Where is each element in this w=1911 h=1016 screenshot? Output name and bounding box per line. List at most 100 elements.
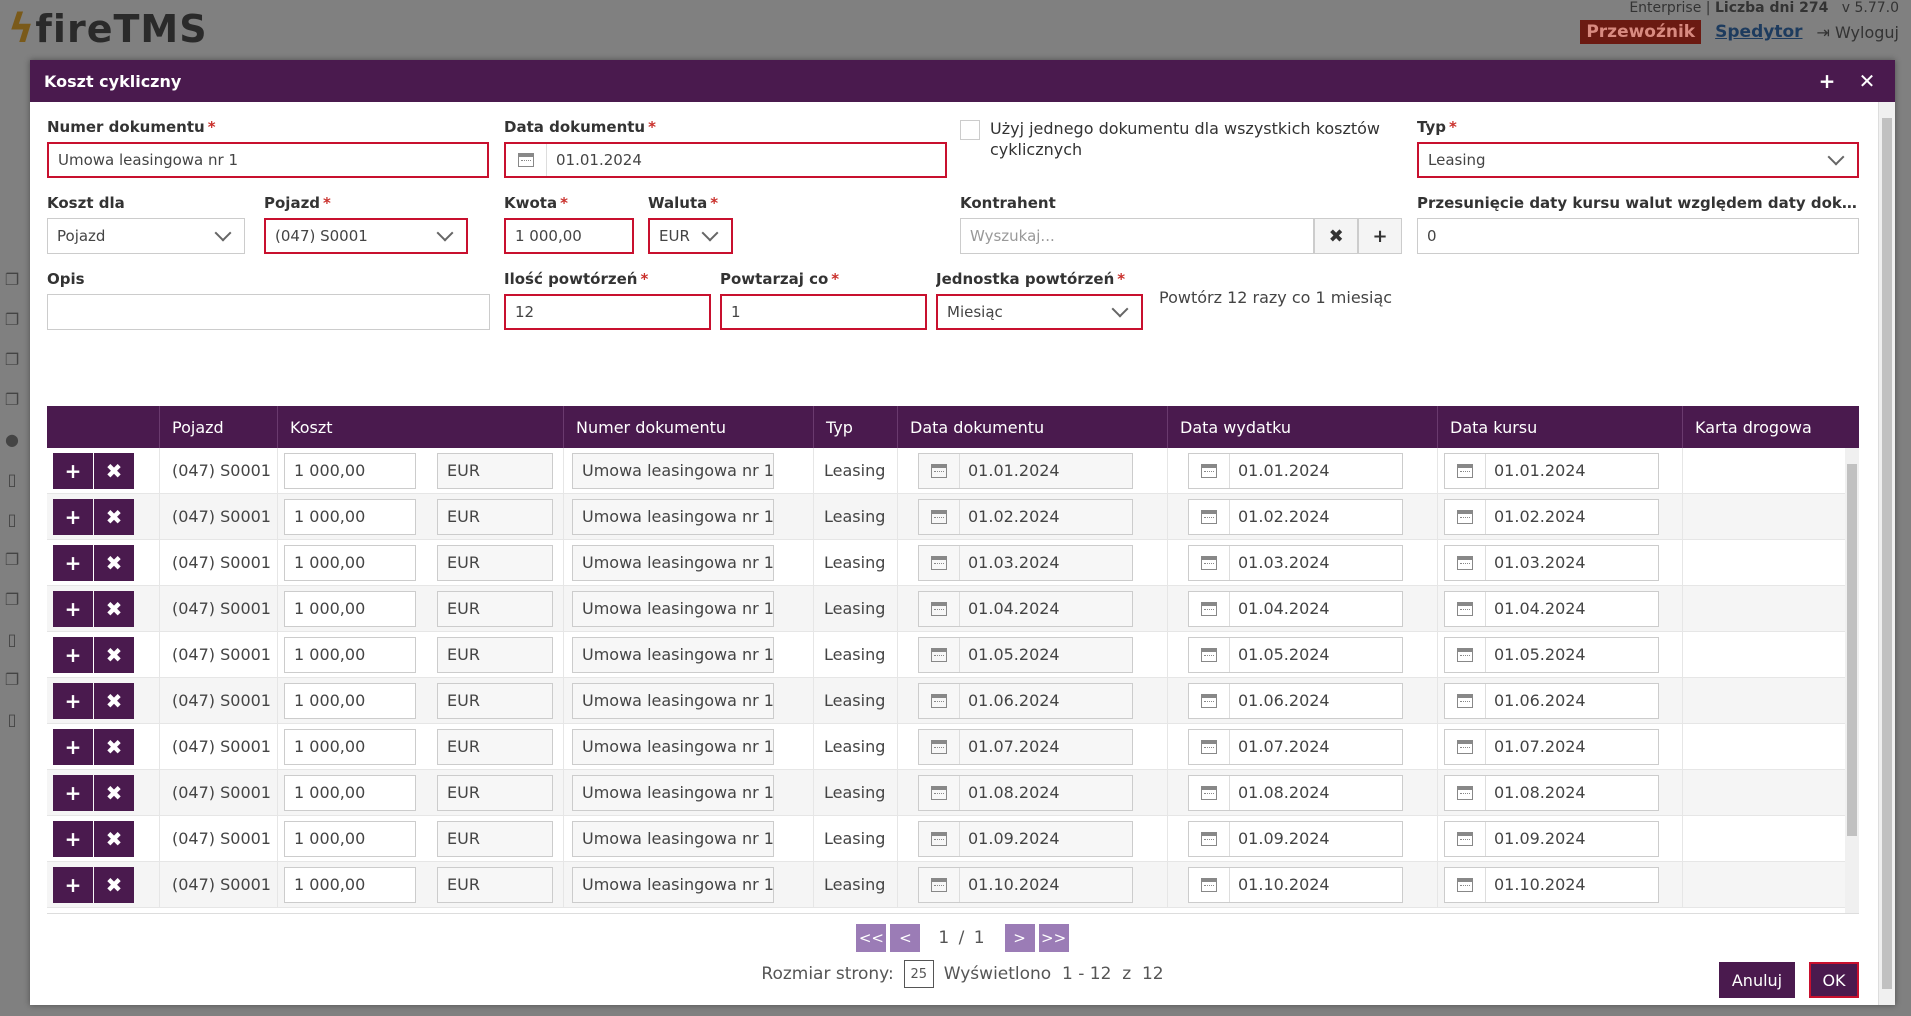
koszt-input[interactable]: 1 000,00 <box>284 498 416 535</box>
pojazd-select[interactable]: (047) S0001 <box>264 218 468 254</box>
delete-row-icon[interactable]: ✖ <box>94 820 134 857</box>
koszt-input[interactable]: 1 000,00 <box>284 774 416 811</box>
calendar-icon[interactable] <box>1189 775 1230 810</box>
przewoznik-button[interactable]: Przewoźnik <box>1580 20 1702 44</box>
koszt-input[interactable]: 1 000,00 <box>284 866 416 903</box>
data-wydatku-input[interactable]: 01.07.2024 <box>1188 728 1403 765</box>
dialog-scrollbar[interactable] <box>1878 102 1895 1005</box>
typ-select[interactable]: Leasing <box>1417 142 1859 178</box>
page-size-input[interactable]: 25 <box>903 960 934 988</box>
delete-row-icon[interactable]: ✖ <box>94 452 134 489</box>
add-row-icon[interactable]: + <box>53 866 93 903</box>
calendar-icon[interactable] <box>1445 453 1486 488</box>
data-wydatku-input[interactable]: 01.03.2024 <box>1188 544 1403 581</box>
add-row-icon[interactable]: + <box>53 728 93 765</box>
jednostka-select[interactable]: Miesiąc <box>936 294 1143 330</box>
calendar-icon[interactable] <box>1445 729 1486 764</box>
data-wydatku-input[interactable]: 01.01.2024 <box>1188 452 1403 489</box>
delete-row-icon[interactable]: ✖ <box>94 774 134 811</box>
data-kursu-input[interactable]: 01.01.2024 <box>1444 452 1659 489</box>
calendar-icon[interactable] <box>1189 729 1230 764</box>
data-kursu-input[interactable]: 01.02.2024 <box>1444 498 1659 535</box>
plus-icon[interactable]: + <box>1813 69 1841 93</box>
calendar-icon[interactable] <box>1189 499 1230 534</box>
data-wydatku-input[interactable]: 01.04.2024 <box>1188 590 1403 627</box>
clear-icon[interactable]: ✖ <box>1314 218 1359 254</box>
calendar-icon[interactable] <box>1189 821 1230 856</box>
next-page-button[interactable]: > <box>1004 924 1035 952</box>
data-wydatku-input[interactable]: 01.10.2024 <box>1188 866 1403 903</box>
data-kursu-input[interactable]: 01.05.2024 <box>1444 636 1659 673</box>
numer-dokumentu-input[interactable]: Umowa leasingowa nr 1 <box>47 142 489 178</box>
delete-row-icon[interactable]: ✖ <box>94 498 134 535</box>
delete-row-icon[interactable]: ✖ <box>94 544 134 581</box>
data-kursu-input[interactable]: 01.03.2024 <box>1444 544 1659 581</box>
add-row-icon[interactable]: + <box>53 498 93 535</box>
calendar-icon[interactable] <box>1189 545 1230 580</box>
waluta-select[interactable]: EUR <box>648 218 733 254</box>
koszt-input[interactable]: 1 000,00 <box>284 544 416 581</box>
przesuniecie-input[interactable]: 0 <box>1417 218 1859 254</box>
close-icon[interactable]: ✕ <box>1853 69 1881 93</box>
data-wydatku-input[interactable]: 01.08.2024 <box>1188 774 1403 811</box>
delete-row-icon[interactable]: ✖ <box>94 590 134 627</box>
cancel-button[interactable]: Anuluj <box>1719 962 1795 998</box>
calendar-icon[interactable] <box>1189 637 1230 672</box>
kontrahent-search-input[interactable]: Wyszukaj... <box>960 218 1315 254</box>
ilosc-powtorzen-input[interactable]: 12 <box>504 294 711 330</box>
koszt-input[interactable]: 1 000,00 <box>284 590 416 627</box>
first-page-button[interactable]: << <box>856 924 887 952</box>
data-kursu-input[interactable]: 01.04.2024 <box>1444 590 1659 627</box>
koszt-input[interactable]: 1 000,00 <box>284 728 416 765</box>
calendar-icon[interactable] <box>1445 683 1486 718</box>
add-row-icon[interactable]: + <box>53 682 93 719</box>
koszt-input[interactable]: 1 000,00 <box>284 820 416 857</box>
add-icon[interactable]: + <box>1358 218 1403 254</box>
calendar-icon[interactable] <box>1445 499 1486 534</box>
calendar-icon[interactable] <box>1445 591 1486 626</box>
calendar-icon[interactable] <box>1189 591 1230 626</box>
logout-link[interactable]: ⇥ Wyloguj <box>1817 23 1899 42</box>
add-row-icon[interactable]: + <box>53 590 93 627</box>
data-kursu-input[interactable]: 01.06.2024 <box>1444 682 1659 719</box>
delete-row-icon[interactable]: ✖ <box>94 728 134 765</box>
calendar-icon[interactable] <box>1189 867 1230 902</box>
calendar-icon[interactable] <box>1445 545 1486 580</box>
delete-row-icon[interactable]: ✖ <box>94 636 134 673</box>
data-wydatku-input[interactable]: 01.06.2024 <box>1188 682 1403 719</box>
spedytor-link[interactable]: Spedytor <box>1715 22 1802 42</box>
data-wydatku-input[interactable]: 01.09.2024 <box>1188 820 1403 857</box>
add-row-icon[interactable]: + <box>53 820 93 857</box>
koszt-input[interactable]: 1 000,00 <box>284 452 416 489</box>
data-dokumentu-input[interactable]: 01.01.2024 <box>504 142 947 178</box>
ok-button[interactable]: OK <box>1809 962 1859 998</box>
koszt-input[interactable]: 1 000,00 <box>284 682 416 719</box>
data-kursu-input[interactable]: 01.08.2024 <box>1444 774 1659 811</box>
powtarzaj-co-input[interactable]: 1 <box>720 294 927 330</box>
add-row-icon[interactable]: + <box>53 774 93 811</box>
delete-row-icon[interactable]: ✖ <box>94 866 134 903</box>
calendar-icon[interactable] <box>506 144 547 176</box>
data-kursu-input[interactable]: 01.10.2024 <box>1444 866 1659 903</box>
data-kursu-input[interactable]: 01.09.2024 <box>1444 820 1659 857</box>
jeden-dokument-checkbox[interactable] <box>960 120 980 140</box>
opis-input[interactable] <box>47 294 490 330</box>
last-page-button[interactable]: >> <box>1038 924 1069 952</box>
table-scrollbar[interactable] <box>1845 448 1859 913</box>
data-kursu-input[interactable]: 01.07.2024 <box>1444 728 1659 765</box>
koszt-dla-select[interactable]: Pojazd <box>47 218 245 254</box>
calendar-icon[interactable] <box>1445 775 1486 810</box>
prev-page-button[interactable]: < <box>890 924 921 952</box>
add-row-icon[interactable]: + <box>53 544 93 581</box>
calendar-icon[interactable] <box>1189 453 1230 488</box>
koszt-input[interactable]: 1 000,00 <box>284 636 416 673</box>
delete-row-icon[interactable]: ✖ <box>94 682 134 719</box>
add-row-icon[interactable]: + <box>53 636 93 673</box>
add-row-icon[interactable]: + <box>53 452 93 489</box>
calendar-icon[interactable] <box>1189 683 1230 718</box>
calendar-icon[interactable] <box>1445 821 1486 856</box>
data-wydatku-input[interactable]: 01.05.2024 <box>1188 636 1403 673</box>
calendar-icon[interactable] <box>1445 637 1486 672</box>
data-wydatku-input[interactable]: 01.02.2024 <box>1188 498 1403 535</box>
calendar-icon[interactable] <box>1445 867 1486 902</box>
